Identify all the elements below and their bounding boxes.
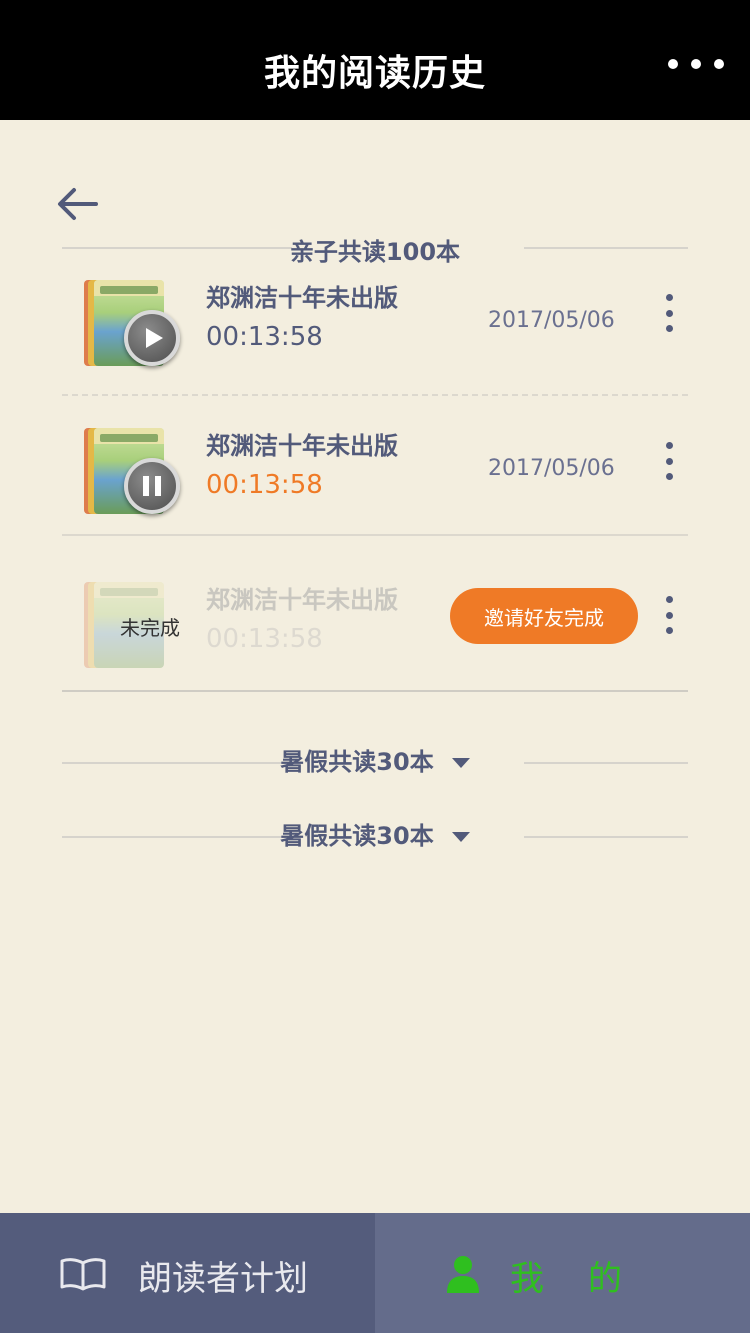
pause-icon — [143, 476, 161, 496]
title-bar: 我的阅读历史 — [0, 0, 750, 120]
item-menu-icon[interactable] — [658, 288, 680, 338]
pause-button[interactable] — [124, 458, 180, 514]
caret-down-icon — [451, 758, 470, 768]
book-title: 郑渊洁十年未出版 — [206, 586, 398, 614]
divider — [62, 534, 688, 536]
status-badge: 未完成 — [120, 616, 180, 640]
tab-label: 我的 — [510, 1259, 666, 1299]
tab-reader-plan[interactable]: 朗读者计划 — [0, 1213, 375, 1333]
list-item[interactable]: 未完成 郑渊洁十年未出版 00:13:58 邀请好友完成 — [62, 562, 688, 702]
item-menu-icon[interactable] — [658, 590, 680, 640]
book-date: 2017/05/06 — [488, 308, 615, 333]
item-menu-icon[interactable] — [658, 436, 680, 486]
tab-label: 朗读者计划 — [138, 1259, 308, 1299]
book-duration: 00:13:58 — [206, 624, 323, 654]
book-duration: 00:13:58 — [206, 470, 323, 500]
book-title: 郑渊洁十年未出版 — [206, 432, 398, 460]
section-header-collapsed[interactable]: 暑假共读30本 — [62, 738, 688, 778]
divider — [62, 690, 688, 692]
tab-me[interactable]: 我的 — [375, 1213, 750, 1333]
back-arrow-icon[interactable] — [52, 180, 104, 228]
list-item[interactable]: 郑渊洁十年未出版 00:13:58 2017/05/06 — [62, 408, 688, 548]
book-date: 2017/05/06 — [488, 456, 615, 481]
divider — [62, 394, 688, 396]
play-icon — [146, 328, 163, 348]
book-duration: 00:13:58 — [206, 322, 323, 352]
section-label: 暑假共读30本 — [280, 748, 434, 776]
invite-friend-button[interactable]: 邀请好友完成 — [450, 588, 638, 644]
section-header-collapsed[interactable]: 暑假共读30本 — [62, 812, 688, 852]
section-label: 暑假共读30本 — [280, 822, 434, 850]
book-icon — [60, 1258, 106, 1291]
more-options-icon[interactable] — [668, 52, 724, 76]
user-icon — [447, 1256, 479, 1293]
play-button[interactable] — [124, 310, 180, 366]
list-item[interactable]: 郑渊洁十年未出版 00:13:58 2017/05/06 — [62, 260, 688, 400]
caret-down-icon — [451, 832, 470, 842]
book-title: 郑渊洁十年未出版 — [206, 284, 398, 312]
page-title: 我的阅读历史 — [263, 53, 486, 94]
bottom-tab-bar: 朗读者计划 我的 — [0, 1213, 750, 1333]
